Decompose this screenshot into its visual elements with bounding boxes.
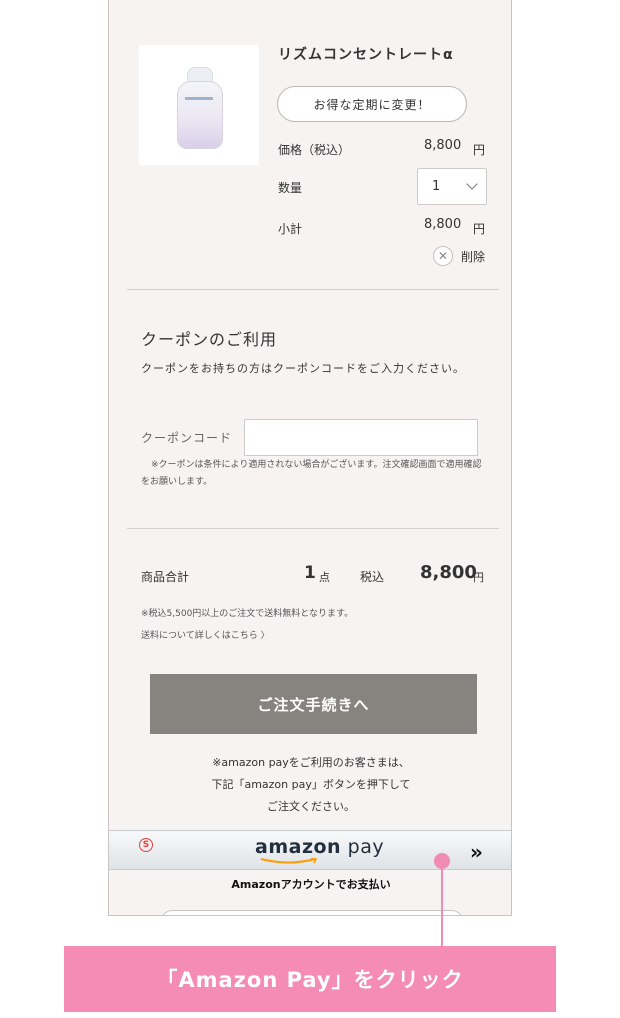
summary-quantity-unit: 点 bbox=[319, 571, 330, 584]
quantity-select[interactable]: 1 bbox=[417, 168, 487, 205]
chevron-down-icon bbox=[466, 178, 478, 190]
divider bbox=[127, 528, 499, 529]
amazon-pay-button[interactable]: S amazon pay » bbox=[109, 830, 511, 870]
price-label: 価格（税込） bbox=[278, 143, 351, 157]
amazon-note: ※amazon payをご利用のお客さまは、 下記「amazon pay」ボタン… bbox=[109, 752, 511, 818]
cart-screen: リズムコンセントレートα お得な定期に変更！ 価格（税込） 8,800 円 数量… bbox=[108, 0, 512, 916]
quantity-label: 数量 bbox=[278, 181, 303, 195]
pay-logo-text: pay bbox=[341, 836, 385, 858]
coupon-description: クーポンをお持ちの方はクーポンコードをご入力ください。 bbox=[141, 362, 465, 375]
coupon-note: ※クーポンは条件により適用されない場合がございます。注文確認画面で適用確認をお願… bbox=[141, 460, 482, 487]
subtotal-value: 8,800 bbox=[424, 217, 462, 232]
divider bbox=[127, 289, 499, 290]
quantity-value: 1 bbox=[432, 179, 441, 194]
shipping-note: ※税込5,500円以上のご注文で送料無料となります。 bbox=[141, 609, 354, 619]
coupon-code-input[interactable] bbox=[244, 419, 478, 456]
coupon-title: クーポンのご利用 bbox=[141, 330, 278, 349]
checkout-button[interactable]: ご注文手続きへ bbox=[150, 674, 477, 734]
amazon-note-line: ※amazon payをご利用のお客さまは、 bbox=[212, 756, 410, 769]
product-image bbox=[139, 45, 259, 165]
delete-link[interactable]: 削除 bbox=[461, 248, 485, 265]
amazon-subtitle: Amazonアカウントでお支払い bbox=[231, 878, 391, 891]
subtotal-label: 小計 bbox=[278, 222, 303, 236]
next-button-partial[interactable] bbox=[161, 910, 463, 915]
summary-total: 8,800 bbox=[420, 562, 477, 583]
amazon-pay-logo: amazon pay bbox=[255, 836, 384, 858]
coupon-code-label: クーポンコード bbox=[141, 431, 233, 445]
summary-tax-label: 税込 bbox=[360, 570, 385, 584]
amazon-logo-text: amazon bbox=[255, 836, 342, 858]
product-name: リズムコンセントレートα bbox=[278, 47, 454, 63]
callout-pointer-dot bbox=[434, 853, 450, 869]
amazon-note-line: ご注文ください。 bbox=[267, 800, 355, 813]
close-icon[interactable]: ✕ bbox=[433, 246, 453, 266]
bottle-body bbox=[177, 81, 223, 149]
double-chevron-right-icon: » bbox=[470, 840, 483, 864]
subscription-change-button[interactable]: お得な定期に変更！ bbox=[277, 86, 467, 122]
summary-quantity: 1 bbox=[304, 563, 316, 583]
summary-total-unit: 円 bbox=[473, 571, 484, 584]
s-mark-icon: S bbox=[139, 838, 153, 852]
price-yen: 円 bbox=[473, 143, 486, 157]
bottle-label bbox=[185, 97, 213, 100]
callout-pointer-line bbox=[441, 860, 443, 948]
subtotal-yen: 円 bbox=[473, 222, 486, 236]
instruction-callout: 「Amazon Pay」をクリック bbox=[64, 946, 556, 1012]
amazon-smile-icon bbox=[260, 858, 318, 864]
amazon-note-line: 下記「amazon pay」ボタンを押下して bbox=[211, 778, 411, 791]
shipping-link[interactable]: 送料について詳しくはこちら 〉 bbox=[141, 628, 270, 641]
price-value: 8,800 bbox=[424, 138, 462, 153]
summary-label: 商品合計 bbox=[141, 570, 190, 584]
